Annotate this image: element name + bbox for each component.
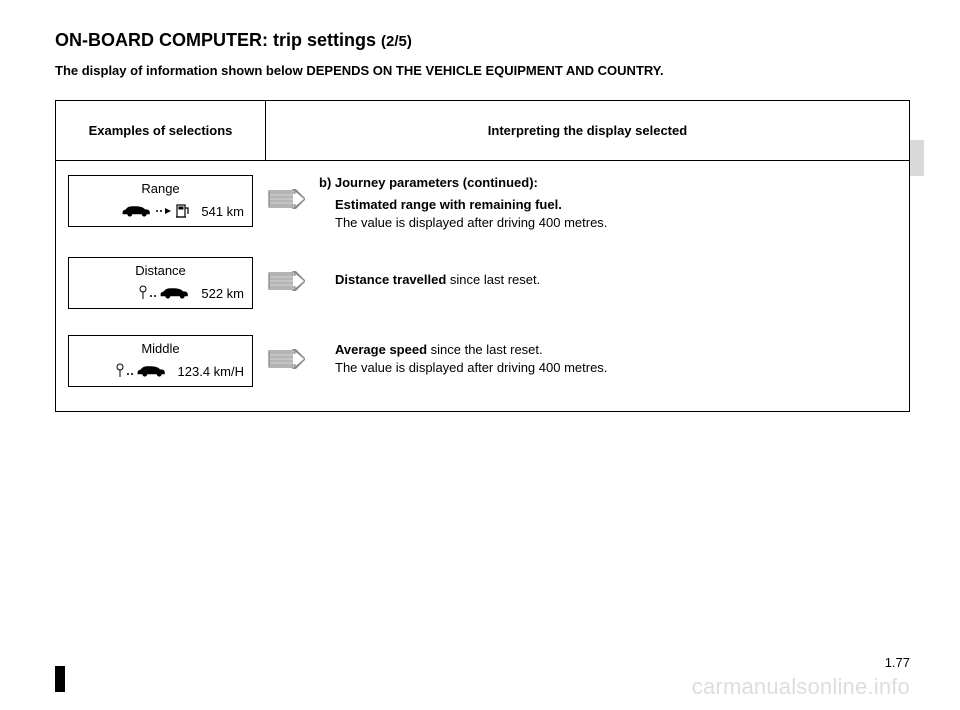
page-title: ON-BOARD COMPUTER: trip settings (2/5) (55, 30, 910, 51)
side-tab-marker (910, 140, 924, 176)
row-distance: Distance 522 km (68, 257, 897, 309)
pin-car-icon (116, 362, 170, 380)
selection-label: Middle (69, 336, 252, 362)
desc-text: since last reset. (446, 272, 540, 287)
column-header-interpreting: Interpreting the display selected (266, 101, 910, 161)
footer-tab-mark (55, 666, 65, 692)
arrow-icon (267, 189, 305, 209)
desc-bold: Average speed (335, 342, 427, 357)
arrow-icon (267, 271, 305, 291)
selection-box-distance: Distance 522 km (68, 257, 253, 309)
selection-box-middle: Middle 123.4 km/H (68, 335, 253, 387)
title-main: ON-BOARD COMPUTER: trip settings (55, 30, 376, 50)
watermark: carmanualsonline.info (692, 674, 910, 700)
desc-bold: Distance travelled (335, 272, 446, 287)
trip-settings-table: Examples of selections Interpreting the … (55, 100, 910, 412)
desc-text-line2: The value is displayed after driving 400… (335, 360, 607, 375)
selection-label: Range (69, 176, 252, 202)
selection-value: 522 km (201, 286, 244, 301)
column-header-examples: Examples of selections (56, 101, 266, 161)
row-middle: Middle 123.4 km/H (68, 335, 897, 387)
section-heading: b) Journey parameters (continued): (319, 175, 897, 190)
selection-value: 541 km (201, 204, 244, 219)
selection-box-range: Range 541 km (68, 175, 253, 227)
equipment-depends-note: The display of information shown below D… (55, 63, 910, 78)
page-number: 1.77 (885, 655, 910, 670)
car-to-fuel-icon (121, 202, 193, 220)
arrow-icon (267, 349, 305, 369)
selection-label: Distance (69, 258, 252, 284)
pin-car-icon (139, 284, 193, 302)
selection-value: 123.4 km/H (178, 364, 244, 379)
desc-bold: Estimated range with remaining fuel. (335, 197, 562, 212)
row-range: Range 541 km (68, 175, 897, 231)
desc-text: since the last reset. (427, 342, 543, 357)
title-page-indicator: (2/5) (381, 33, 412, 50)
desc-text: The value is displayed after driving 400… (335, 215, 607, 230)
